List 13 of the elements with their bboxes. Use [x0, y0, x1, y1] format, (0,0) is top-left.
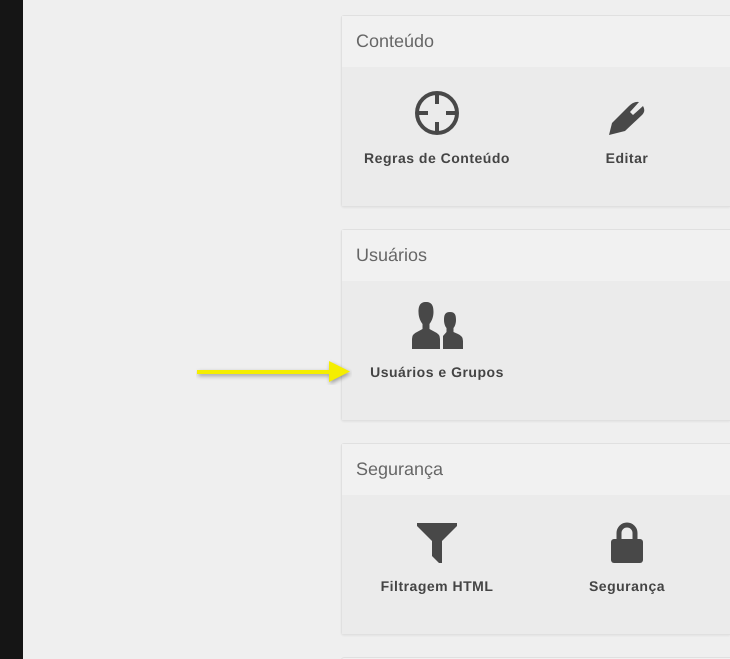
admin-tile-link[interactable]: Filtragem HTML: [342, 495, 532, 634]
admin-tile-link[interactable]: Segurança: [532, 495, 722, 634]
users-icon: [412, 302, 462, 349]
admin-tile-link[interactable]: Usuários e Grupos: [342, 281, 532, 420]
pen-icon: [608, 100, 646, 135]
filter-icon: [417, 523, 457, 563]
section-title: Segurança: [356, 458, 444, 481]
section-title: Conteúdo: [356, 30, 434, 53]
lock-icon: [611, 522, 643, 563]
section-title: Usuários: [356, 244, 428, 267]
admin-tile-link[interactable]: Regras de Conteúdo: [342, 67, 532, 206]
crosshair-icon: [415, 91, 459, 135]
admin-tile-link[interactable]: Editar: [532, 67, 722, 206]
